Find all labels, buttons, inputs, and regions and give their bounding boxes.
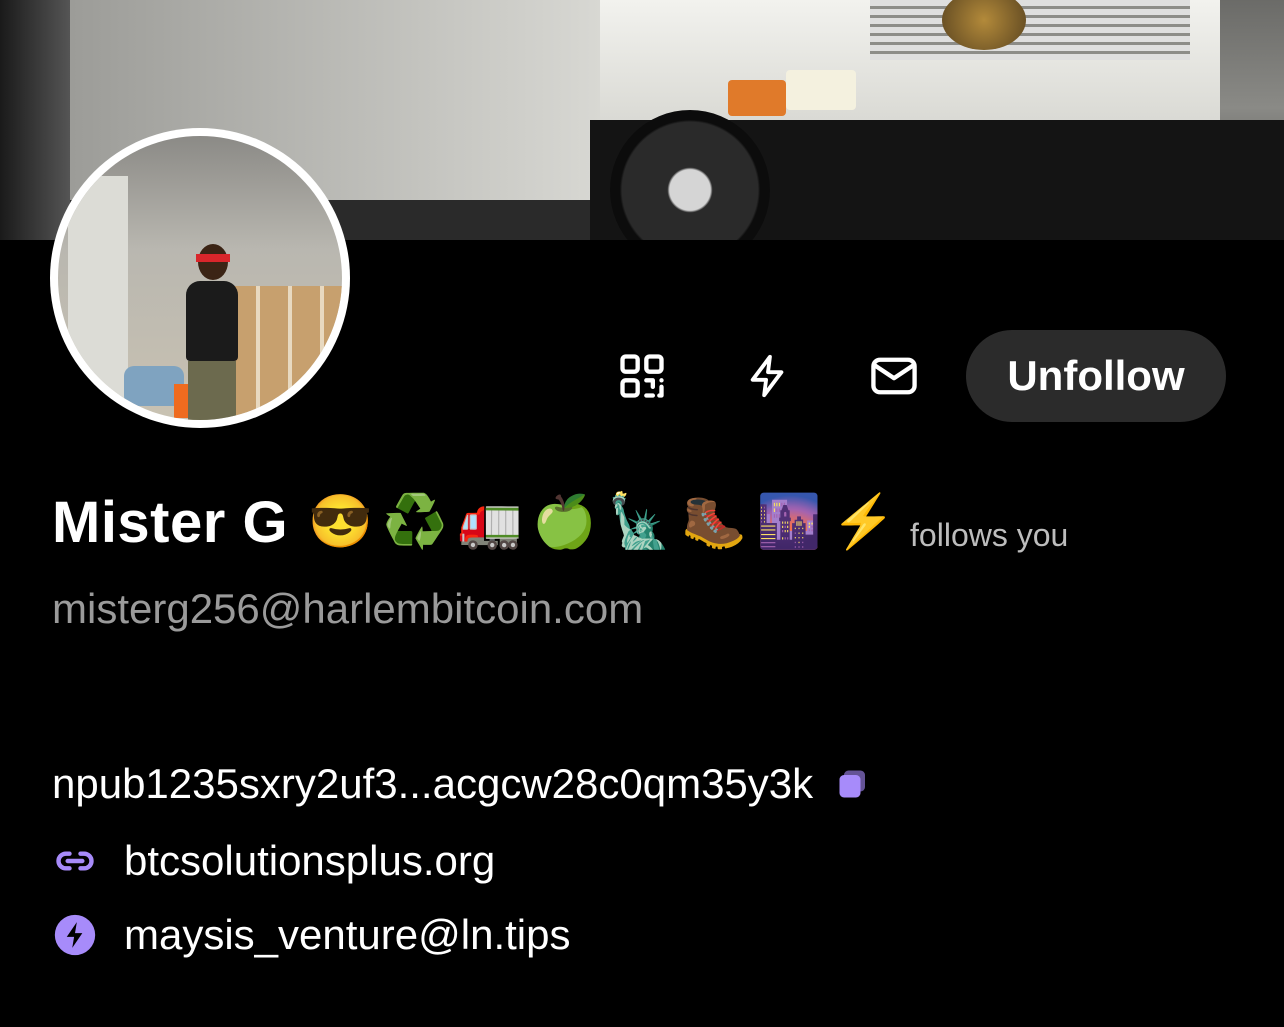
website-link[interactable]: btcsolutionsplus.org [124,837,495,885]
nip05-address: misterg256@harlembitcoin.com [52,585,644,632]
display-name: Mister G [52,489,289,555]
profile-actions: Unfollow [0,330,1284,422]
envelope-icon [871,357,917,395]
npub-row: npub1235sxry2uf3...acgcw28c0qm35y3k [52,758,871,810]
website-row[interactable]: btcsolutionsplus.org [52,836,495,886]
zap-button[interactable] [740,348,796,404]
lightning-address-row[interactable]: maysis_venture@ln.tips [52,910,570,960]
copy-npub-button[interactable] [835,766,871,802]
lightning-circle-icon [52,912,98,958]
name-emojis: 😎♻️🚛🍏🗽🥾🌆⚡ [308,493,907,551]
lightning-icon [750,354,784,398]
message-button[interactable] [866,348,922,404]
copy-icon [839,770,866,798]
unfollow-button[interactable]: Unfollow [966,330,1226,422]
qr-code-icon [620,354,664,398]
npub-text: npub1235sxry2uf3...acgcw28c0qm35y3k [52,760,814,807]
qr-code-button[interactable] [614,348,670,404]
link-icon [52,838,98,884]
follows-you-label: follows you [910,517,1069,553]
lightning-address[interactable]: maysis_venture@ln.tips [124,911,570,959]
profile-name-row: Mister G 😎♻️🚛🍏🗽🥾🌆⚡ follows you [52,482,1068,562]
